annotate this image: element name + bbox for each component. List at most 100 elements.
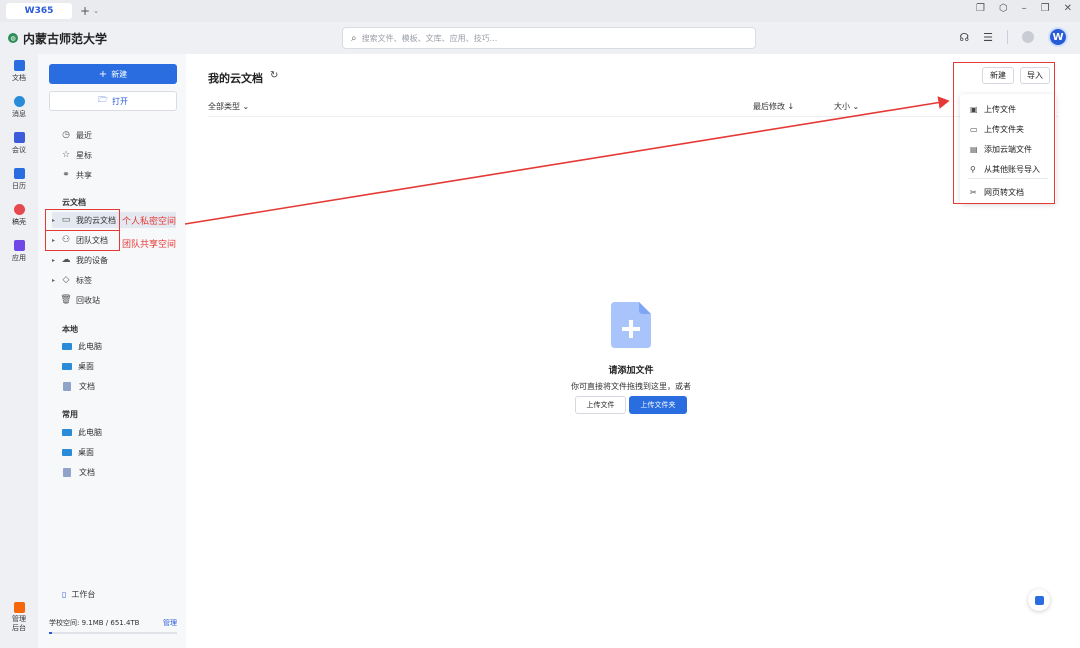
nav-common-documents[interactable]: 文档 xyxy=(62,464,95,480)
annotation-box-my-cloud xyxy=(45,209,120,231)
rail-apps[interactable]: 应用 xyxy=(0,240,38,263)
nav-local-pc[interactable]: 此电脑 xyxy=(62,338,102,354)
settings-sliders-icon[interactable]: ☰ xyxy=(983,31,993,44)
rail-label: 日历 xyxy=(12,182,26,190)
nav-label: 最近 xyxy=(76,130,92,140)
avatar[interactable]: W xyxy=(1048,27,1068,47)
plus-icon: + xyxy=(98,68,108,80)
rail-calendar[interactable]: 日历 xyxy=(0,168,38,191)
nav-label: 此电脑 xyxy=(78,341,102,351)
new-button[interactable]: + 新建 xyxy=(49,64,177,84)
rail-label: 稿壳 xyxy=(12,218,26,226)
sort-last-modified[interactable]: 最后修改 ↓ xyxy=(753,101,794,112)
upload-file-button[interactable]: 上传文件 xyxy=(575,396,626,414)
type-filter[interactable]: 全部类型 ⌄ xyxy=(208,101,249,112)
minimize-icon[interactable]: – xyxy=(1022,3,1027,14)
status-icon[interactable] xyxy=(1022,31,1034,43)
share-icon: ⚭ xyxy=(62,170,70,180)
maximize-icon[interactable]: ❐ xyxy=(1041,3,1050,14)
org-name[interactable]: 内蒙古师范大学 xyxy=(23,30,107,47)
nav-starred[interactable]: ☆ 星标 xyxy=(52,147,92,163)
rail-admin[interactable]: 管理后台 xyxy=(0,602,38,633)
annotation-box-team-docs xyxy=(45,230,120,251)
search-input[interactable] xyxy=(361,33,742,43)
nav-local-desktop[interactable]: 桌面 xyxy=(62,358,94,374)
tag-icon: ◇ xyxy=(62,275,70,285)
rail-label: 文档 xyxy=(12,74,26,82)
add-tab-button[interactable]: + xyxy=(80,4,90,18)
sort-size[interactable]: 大小 ⌄ xyxy=(834,101,859,112)
nav-local-documents[interactable]: 文档 xyxy=(62,378,95,394)
expand-caret-icon[interactable]: ▸ xyxy=(52,257,60,264)
rail-label: 应用 xyxy=(12,254,26,262)
search-icon: ⌕ xyxy=(351,32,357,44)
storage-fill xyxy=(49,632,52,634)
refresh-icon[interactable]: ↻ xyxy=(270,70,278,81)
nav-label: 星标 xyxy=(76,150,92,160)
storage-text: 学校空间: 9.1MB / 651.4TB xyxy=(49,619,140,627)
nav-shared[interactable]: ⚭ 共享 xyxy=(52,167,92,183)
rail-label: 会议 xyxy=(12,146,26,154)
org-header: ◍ 内蒙古师范大学 ⌕ ☊ ☰ W xyxy=(0,22,1080,54)
workbench-link[interactable]: ▯ 工作台 xyxy=(62,589,95,600)
document-icon xyxy=(63,381,71,391)
page-title: 我的云文档 xyxy=(208,72,263,85)
computer-icon xyxy=(62,342,72,350)
local-section-title: 本地 xyxy=(62,325,78,334)
open-label: 打开 xyxy=(111,96,128,106)
nav-label: 标签 xyxy=(76,275,92,285)
close-icon[interactable]: ✕ xyxy=(1064,3,1072,14)
rail-meeting[interactable]: 会议 xyxy=(0,132,38,155)
divider xyxy=(208,116,1058,117)
annotation-private-label: 个人私密空间 xyxy=(122,217,177,227)
nav-label: 文档 xyxy=(79,381,95,391)
help-float-button[interactable] xyxy=(1028,589,1050,611)
document-icon xyxy=(63,467,71,477)
manage-link[interactable]: 管理 xyxy=(163,618,177,628)
workbench-label: 工作台 xyxy=(71,590,96,599)
expand-caret-icon[interactable]: ▸ xyxy=(52,277,60,284)
message-icon xyxy=(13,96,25,107)
cube-icon[interactable]: ⬡ xyxy=(999,3,1008,14)
nav-tags[interactable]: ▸ ◇ 标签 xyxy=(52,272,92,288)
tab-menu-chevron-icon[interactable]: ⌄ xyxy=(93,7,99,15)
docs-icon xyxy=(13,60,25,71)
open-button[interactable]: 🗁 打开 xyxy=(49,91,177,111)
upload-folder-button[interactable]: 上传文件夹 xyxy=(629,396,687,414)
tab-bar: W365 + ⌄ ❐ ⬡ – ❐ ✕ xyxy=(0,0,1080,22)
folder-open-icon: 🗁 xyxy=(98,95,108,104)
search-bar[interactable]: ⌕ xyxy=(342,27,756,49)
restore-icon[interactable]: ❐ xyxy=(976,3,985,14)
trash-icon: 🗑 xyxy=(60,295,72,305)
apps-grid-icon xyxy=(13,240,25,251)
camera-icon xyxy=(13,132,25,143)
storage-info: 学校空间: 9.1MB / 651.4TB 管理 xyxy=(49,618,177,628)
rail-drafts[interactable]: 稿壳 xyxy=(0,204,38,227)
empty-file-icon xyxy=(611,302,651,348)
rail-label: 消息 xyxy=(12,110,26,118)
app-tab[interactable]: W365 xyxy=(6,3,72,19)
nav-label: 桌面 xyxy=(78,361,94,371)
headset-icon[interactable]: ☊ xyxy=(959,31,969,44)
calendar-icon xyxy=(13,168,25,179)
window-controls: ❐ ⬡ – ❐ ✕ xyxy=(976,3,1072,14)
clock-icon: ◷ xyxy=(62,130,70,140)
drafts-icon xyxy=(13,204,25,215)
nav-recent[interactable]: ◷ 最近 xyxy=(52,127,92,143)
desktop-icon xyxy=(62,362,72,370)
nav-label: 回收站 xyxy=(76,295,100,305)
cloud-section-title: 云文档 xyxy=(62,198,86,207)
nav-common-desktop[interactable]: 桌面 xyxy=(62,444,94,460)
admin-icon xyxy=(13,602,25,613)
nav-recycle[interactable]: 🗑 回收站 xyxy=(52,292,100,308)
nav-label: 此电脑 xyxy=(78,427,102,437)
left-rail: 文档 消息 会议 日历 稿壳 应用 管理后台 xyxy=(0,54,38,648)
rail-docs[interactable]: 文档 xyxy=(0,60,38,83)
nav-common-pc[interactable]: 此电脑 xyxy=(62,424,102,440)
workbench-icon: ▯ xyxy=(62,590,67,599)
star-icon: ☆ xyxy=(61,150,71,160)
rail-messages[interactable]: 消息 xyxy=(0,96,38,119)
nav-my-devices[interactable]: ▸ ☁ 我的设备 xyxy=(52,252,108,268)
new-label: 新建 xyxy=(111,69,128,79)
nav-label: 文档 xyxy=(79,467,95,477)
